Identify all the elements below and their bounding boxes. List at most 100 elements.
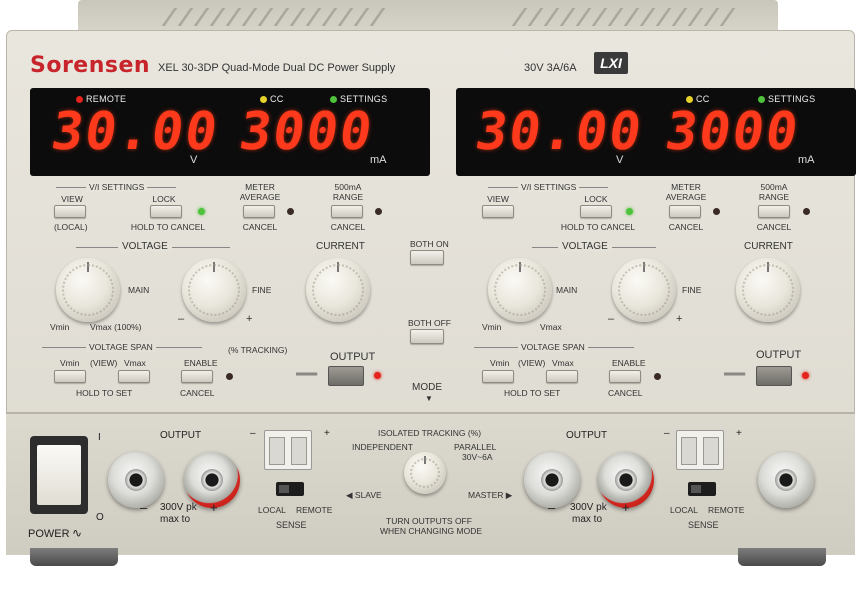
sense-slot[interactable] [269, 437, 285, 465]
vent-slot [289, 8, 306, 26]
current-heading: CURRENT [744, 241, 793, 252]
span-vmin-button[interactable] [482, 370, 514, 383]
both-off-button[interactable] [410, 329, 444, 344]
knob-pointer [213, 262, 215, 272]
range-button[interactable] [331, 205, 363, 218]
enable-led [654, 373, 661, 380]
sense-terminal-block[interactable] [676, 430, 724, 470]
span-vmin-button[interactable] [54, 370, 86, 383]
fine-plus-label: + [246, 313, 253, 325]
knob-pointer [87, 262, 89, 272]
view-label: VIEW [61, 194, 83, 204]
plus-label: + [622, 500, 630, 515]
lock-label: LOCK [584, 194, 608, 204]
independent-label: INDEPENDENT [352, 442, 413, 452]
meter-average-button[interactable] [243, 205, 275, 218]
span-vmax-button[interactable] [118, 370, 150, 383]
current-unit: mA [798, 154, 815, 166]
cancel-label: CANCEL [608, 388, 643, 398]
span-vmax-label: Vmax [552, 358, 574, 368]
turn-off-label-2: WHEN CHANGING MODE [380, 526, 482, 536]
sense-slot[interactable] [681, 437, 697, 465]
vent-slot [321, 8, 338, 26]
output-negative-terminal[interactable] [108, 452, 164, 508]
sense-slot[interactable] [291, 437, 307, 465]
current-knob[interactable] [306, 258, 370, 322]
isolated-tracking-label: ISOLATED TRACKING (%) [378, 428, 482, 438]
vent-slot [591, 8, 608, 26]
master-text: MASTER [468, 490, 504, 500]
vent-slot [241, 8, 258, 26]
vi-settings-label: V/I SETTINGS [86, 182, 148, 192]
output-led [374, 372, 381, 379]
sense-slot[interactable] [703, 437, 719, 465]
fine-minus-label: – [608, 313, 615, 325]
lock-button[interactable] [150, 205, 182, 218]
enable-led [226, 373, 233, 380]
ground-terminal[interactable] [758, 452, 814, 508]
both-on-button[interactable] [410, 250, 444, 265]
power-label: POWER [28, 528, 70, 540]
model-title: XEL 30-3DP Quad-Mode Dual DC Power Suppl… [158, 62, 396, 74]
voltage-span-label: VOLTAGE SPAN [518, 342, 588, 352]
range-button[interactable] [758, 205, 790, 218]
view-label: VIEW [487, 194, 509, 204]
power-off-label: O [96, 512, 104, 523]
mode-selector-knob[interactable] [404, 452, 446, 494]
cancel-label: CANCEL [330, 222, 366, 232]
cancel-label: CANCEL [756, 222, 792, 232]
vent-slot [607, 8, 624, 26]
lock-button[interactable] [580, 205, 612, 218]
both-on-label: BOTH ON [410, 239, 449, 249]
sense-terminal-block[interactable] [264, 430, 312, 470]
voltage-fine-knob[interactable] [612, 258, 676, 322]
minus-label: – [548, 500, 556, 515]
enable-label: ENABLE [612, 358, 646, 368]
meter-label: METER [245, 182, 275, 192]
voltage-fine-knob[interactable] [182, 258, 246, 322]
vent-slot [511, 8, 528, 26]
voltage-main-knob[interactable] [56, 258, 120, 322]
max-voltage-label: 300V pk [160, 502, 197, 513]
voltage-heading: VOLTAGE [558, 242, 612, 252]
lock-led [198, 208, 205, 215]
fine-minus-label: – [178, 313, 185, 325]
sense-slide-switch[interactable] [688, 482, 716, 496]
average-label: AVERAGE [665, 192, 707, 202]
view-button[interactable] [482, 205, 514, 218]
enable-button[interactable] [181, 370, 213, 383]
hold-to-set-label: HOLD TO SET [504, 388, 561, 398]
meter-average-button[interactable] [669, 205, 701, 218]
power-switch[interactable] [30, 436, 88, 514]
meter-label: METER [671, 182, 701, 192]
span-vmax-button[interactable] [546, 370, 578, 383]
fine-label: FINE [252, 285, 272, 295]
mode-label: MODE [412, 382, 442, 393]
view-button[interactable] [54, 205, 86, 218]
fine-label: FINE [682, 285, 702, 295]
sense-slide-switch[interactable] [276, 482, 304, 496]
output-button[interactable] [756, 366, 792, 386]
output-button[interactable] [328, 366, 364, 386]
vent-slot [655, 8, 672, 26]
hold-to-set-label: HOLD TO SET [76, 388, 133, 398]
voltage-unit: V [190, 154, 198, 166]
current-knob[interactable] [736, 258, 800, 322]
voltage-main-knob[interactable] [488, 258, 552, 322]
vent-slot [543, 8, 560, 26]
sense-label: SENSE [276, 520, 307, 530]
span-vmin-label: Vmin [60, 358, 80, 368]
output-label: OUTPUT [756, 349, 802, 361]
voltage-readout: 30.00 [471, 102, 647, 162]
power-rocker[interactable] [37, 445, 81, 505]
vent-slot [719, 8, 736, 26]
vent-slot [209, 8, 226, 26]
master-label: MASTER ▶ [468, 490, 513, 500]
power-on-label: I [98, 432, 101, 443]
enable-button[interactable] [609, 370, 641, 383]
sense-plus-label: + [736, 428, 742, 439]
hold-to-cancel-label: HOLD TO CANCEL [560, 222, 636, 232]
vent-slot [193, 8, 210, 26]
cancel-label: CANCEL [242, 222, 278, 232]
voltage-heading: VOLTAGE [118, 242, 172, 252]
